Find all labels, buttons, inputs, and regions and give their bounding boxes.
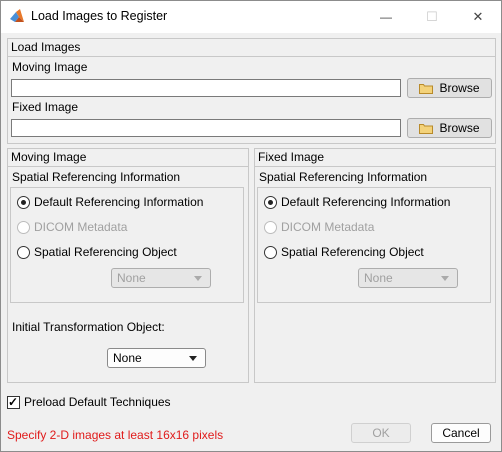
moving-panel-title: Moving Image [11,150,87,164]
fixed-panel-title: Fixed Image [258,150,325,164]
minimize-button[interactable]: — [363,1,409,33]
chevron-down-icon [441,276,449,281]
moving-image-input[interactable] [11,79,401,97]
fixed-default-ref-label[interactable]: Default Referencing Information [281,195,450,209]
window-title: Load Images to Register [31,9,168,23]
fixed-default-ref-radio[interactable] [264,196,277,209]
moving-dicom-radio [17,221,30,234]
minimize-icon: — [380,10,392,24]
maximize-button: ☐ [409,1,455,33]
cancel-label: Cancel [442,426,480,440]
chevron-down-icon [194,276,202,281]
panel-divider [255,166,495,167]
moving-spatial-obj-label[interactable]: Spatial Referencing Object [34,245,177,259]
fixed-spatial-obj-dropdown: None [358,268,458,288]
fixed-browse-button[interactable]: Browse [407,118,492,138]
dropdown-value: None [117,271,146,285]
moving-default-ref-label[interactable]: Default Referencing Information [34,195,203,209]
load-images-title: Load Images [11,40,81,54]
panel-divider [8,56,495,57]
fixed-image-input[interactable] [11,119,401,137]
matlab-icon [10,9,24,22]
moving-image-label: Moving Image [12,60,88,74]
fixed-spatial-ref-label: Spatial Referencing Information [259,170,428,184]
dropdown-value: None [113,351,142,365]
dropdown-value: None [364,271,393,285]
status-message: Specify 2-D images at least 16x16 pixels [7,428,224,442]
moving-spatial-obj-dropdown: None [111,268,211,288]
moving-default-ref-radio[interactable] [17,196,30,209]
fixed-spatial-obj-radio[interactable] [264,246,277,259]
init-transform-label: Initial Transformation Object: [12,320,165,334]
fixed-dicom-radio [264,221,277,234]
browse-label: Browse [439,81,480,95]
close-icon: ✕ [472,9,484,24]
fixed-image-label: Fixed Image [12,100,79,114]
close-button[interactable]: ✕ [455,1,501,33]
browse-label: Browse [439,121,480,135]
panel-divider [8,166,248,167]
title-bar[interactable]: Load Images to Register — ☐ ✕ [1,1,501,33]
moving-spatial-obj-radio[interactable] [17,246,30,259]
moving-dicom-label: DICOM Metadata [34,220,128,234]
chevron-down-icon [189,356,197,361]
check-icon: ✓ [8,395,19,409]
dialog-window: Load Images to Register — ☐ ✕ Load Image… [0,0,502,452]
ok-button: OK [351,423,411,443]
maximize-icon: ☐ [426,9,438,24]
fixed-dicom-label: DICOM Metadata [281,220,375,234]
init-transform-dropdown[interactable]: None [107,348,206,368]
fixed-spatial-obj-label[interactable]: Spatial Referencing Object [281,245,424,259]
preload-checkbox[interactable]: ✓ [7,395,20,409]
moving-spatial-ref-label: Spatial Referencing Information [12,170,181,184]
preload-label[interactable]: Preload Default Techniques [24,395,171,409]
folder-icon [419,83,434,94]
cancel-button[interactable]: Cancel [431,423,491,443]
ok-label: OK [372,426,390,440]
moving-browse-button[interactable]: Browse [407,78,492,98]
folder-icon [419,123,434,134]
